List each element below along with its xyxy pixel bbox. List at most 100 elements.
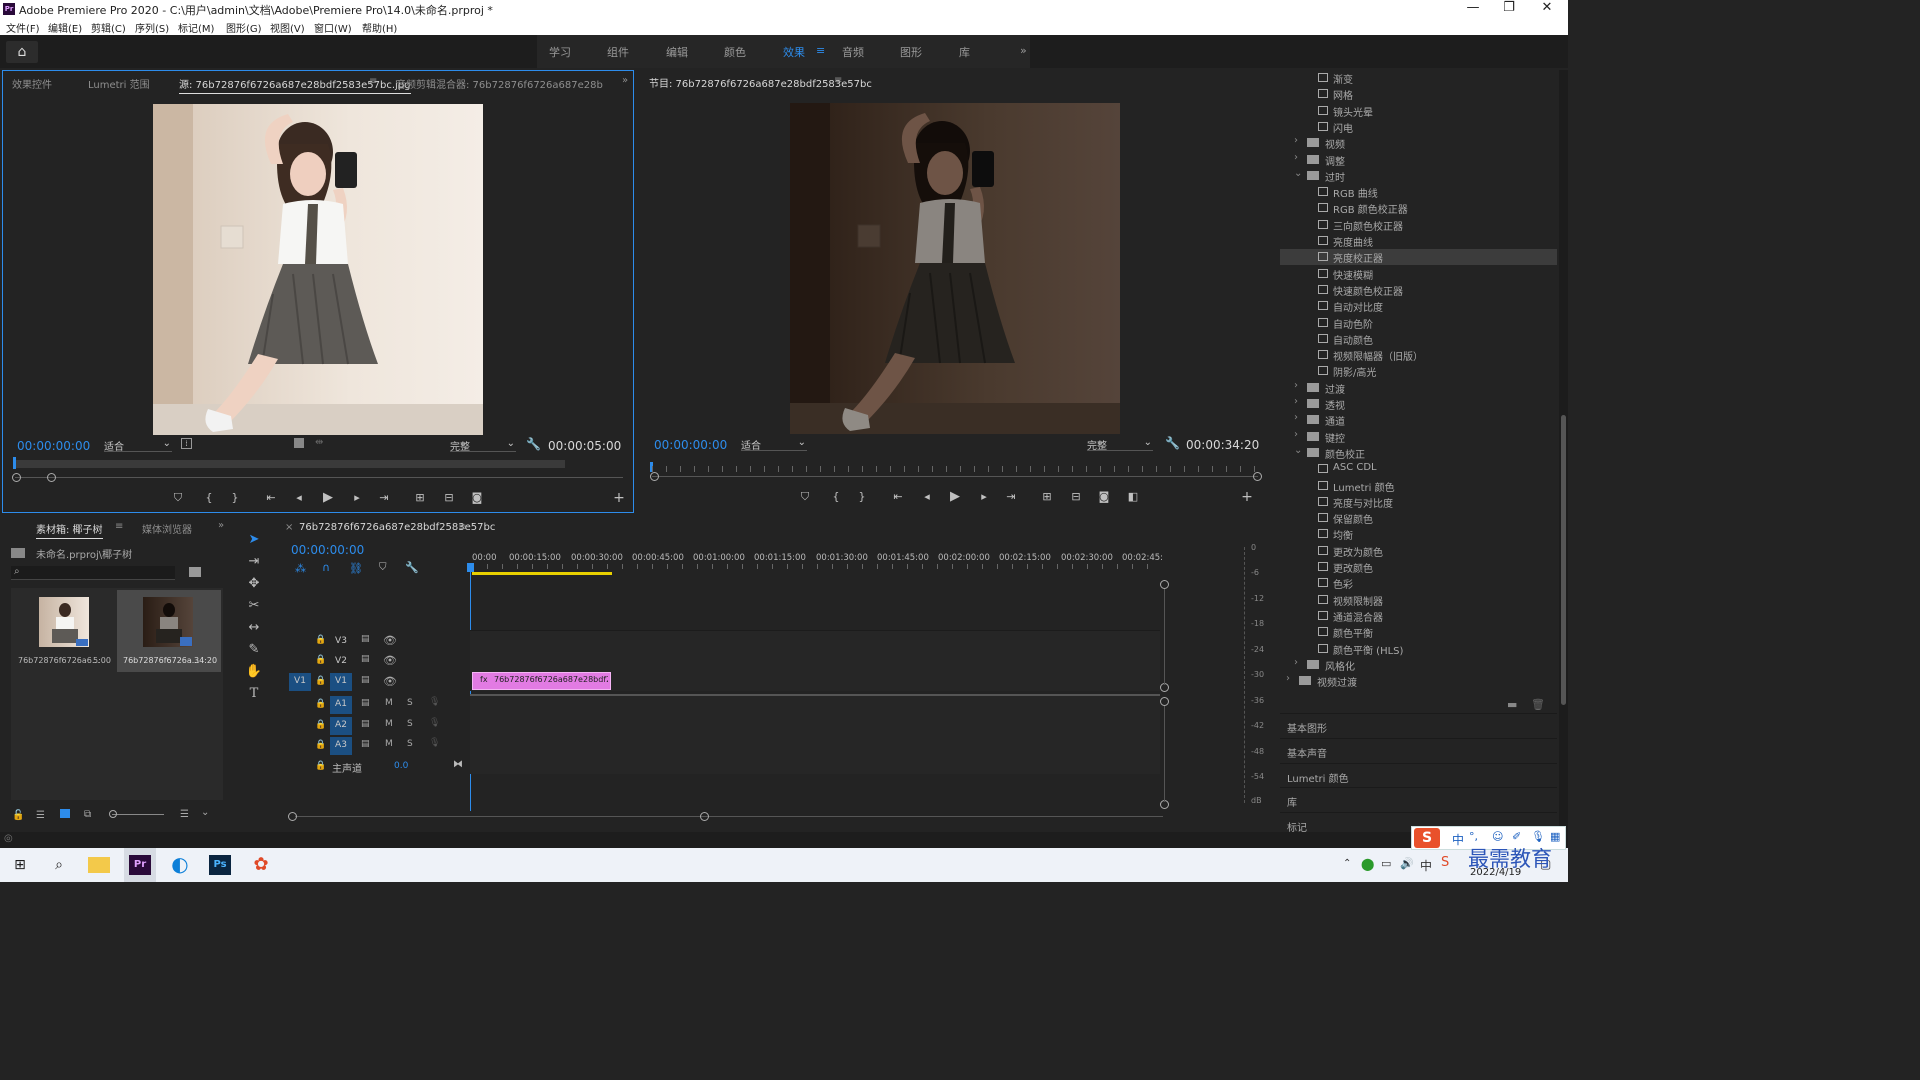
- effects-folder[interactable]: › 过渡: [1280, 380, 1557, 396]
- effects-item[interactable]: 颜色平衡 (HLS): [1280, 641, 1557, 657]
- mute-button[interactable]: M: [385, 698, 393, 708]
- nest-sequence-icon[interactable]: ⁂: [295, 562, 306, 575]
- chevron-right-icon[interactable]: ›: [1294, 380, 1298, 391]
- button-editor-plus-icon[interactable]: +: [610, 490, 628, 506]
- tab-effect-controls[interactable]: 效果控件: [12, 76, 52, 91]
- effects-scrollbar-thumb[interactable]: [1561, 415, 1566, 705]
- sync-lock-icon[interactable]: ▤: [361, 739, 370, 749]
- go-to-in-icon[interactable]: ⇤: [262, 491, 280, 504]
- camera-icon[interactable]: ◙: [1095, 490, 1113, 503]
- master-volume[interactable]: 0.0: [394, 761, 408, 771]
- file-explorer-icon[interactable]: [88, 857, 110, 873]
- menu-clip[interactable]: 剪辑(C): [91, 20, 126, 35]
- menu-file[interactable]: 文件(F): [6, 20, 40, 35]
- panel-overflow-icon[interactable]: »: [622, 75, 628, 86]
- sync-lock-icon[interactable]: ▤: [361, 634, 370, 644]
- effects-item[interactable]: ASC CDL: [1280, 461, 1557, 477]
- mute-button[interactable]: M: [385, 719, 393, 729]
- vertical-zoom-handle[interactable]: [1160, 580, 1169, 589]
- effects-item[interactable]: 视频限幅器（旧版）: [1280, 347, 1557, 363]
- app-icon[interactable]: ✿: [249, 854, 273, 876]
- insert-icon[interactable]: ⇹: [315, 437, 323, 448]
- timeline-horizontal-scrollbar[interactable]: [295, 816, 1163, 817]
- track-select-tool-icon[interactable]: ⇥: [245, 553, 263, 571]
- delete-icon[interactable]: 🗑: [1531, 698, 1545, 711]
- bin-item-selected[interactable]: 76b72876f6726a... 34:20: [117, 590, 221, 672]
- sync-lock-icon[interactable]: ▤: [361, 654, 370, 664]
- tab-audio-clip-mixer[interactable]: 音频剪辑混合器: 76b72876f6726a687e28bdf258: [396, 76, 603, 91]
- emoji-icon[interactable]: ☺: [1492, 830, 1503, 843]
- add-marker-icon[interactable]: ⛉: [379, 562, 387, 573]
- chevron-right-icon[interactable]: ›: [1294, 152, 1298, 163]
- menu-marker[interactable]: 标记(M): [178, 20, 214, 35]
- search-icon[interactable]: ⌕: [47, 854, 71, 876]
- source-zoom-handle-right[interactable]: [47, 473, 56, 482]
- chevron-right-icon[interactable]: ›: [1294, 135, 1298, 146]
- thumbnail-size-handle[interactable]: [109, 810, 117, 818]
- workspace-assembly[interactable]: 组件: [607, 44, 629, 60]
- workspace-effects[interactable]: 效果: [783, 44, 805, 60]
- button-editor-plus-icon[interactable]: +: [1238, 489, 1256, 505]
- effects-item[interactable]: 通道混合器: [1280, 608, 1557, 624]
- program-scrub-track[interactable]: [652, 476, 1258, 477]
- effects-folder[interactable]: › 调整: [1280, 152, 1557, 168]
- track-label-v1[interactable]: V1: [330, 673, 352, 691]
- lock-icon[interactable]: 🔒: [315, 720, 326, 730]
- effects-item[interactable]: RGB 颜色校正器: [1280, 200, 1557, 216]
- camera-icon[interactable]: ◙: [468, 491, 486, 504]
- effects-item[interactable]: 快速颜色校正器: [1280, 282, 1557, 298]
- menu-edit[interactable]: 编辑(E): [48, 20, 82, 35]
- effects-folder[interactable]: › 键控: [1280, 429, 1557, 445]
- hand-tool-icon[interactable]: ✋: [245, 663, 263, 681]
- effects-item[interactable]: 快速模糊: [1280, 266, 1557, 282]
- tab-lumetri-scopes[interactable]: Lumetri 范围: [88, 76, 150, 91]
- source-zoom-handle-left[interactable]: [12, 473, 21, 482]
- freeform-view-icon[interactable]: ⧉: [84, 809, 91, 820]
- source-zoom-bar[interactable]: [13, 460, 565, 468]
- menu-window[interactable]: 窗口(W): [314, 20, 352, 35]
- effects-item[interactable]: 自动颜色: [1280, 331, 1557, 347]
- overwrite-clip-icon[interactable]: ⊟: [440, 491, 458, 504]
- timeline-timecode[interactable]: 00:00:00:00: [291, 543, 364, 557]
- step-back-icon[interactable]: ◂: [290, 491, 308, 504]
- effects-folder[interactable]: ⌄ 颜色校正: [1280, 445, 1557, 461]
- effects-folder[interactable]: › 透视: [1280, 396, 1557, 412]
- lock-icon[interactable]: 🔒: [315, 676, 326, 686]
- program-quality-select[interactable]: 完整 ⌄: [1087, 437, 1153, 452]
- menu-graphics[interactable]: 图形(G): [226, 20, 262, 35]
- microphone-icon[interactable]: 🎙: [429, 738, 440, 748]
- ime-menu-icon[interactable]: ▦: [1550, 830, 1560, 843]
- workspace-graphics[interactable]: 图形: [900, 44, 922, 60]
- program-menu-icon[interactable]: ≡: [834, 75, 842, 86]
- ime-mode-label[interactable]: 中: [1452, 831, 1464, 848]
- workspace-color[interactable]: 颜色: [724, 44, 746, 60]
- lock-icon[interactable]: 🔓: [12, 810, 24, 821]
- lift-icon[interactable]: ⊞: [1038, 490, 1056, 503]
- bin-item[interactable]: 76b72876f6726a6... 5:00: [16, 593, 116, 671]
- effects-item[interactable]: 闪电: [1280, 119, 1557, 135]
- sogou-logo-icon[interactable]: S: [1414, 828, 1440, 848]
- selection-tool-icon[interactable]: ➤: [245, 531, 263, 549]
- source-playhead[interactable]: [13, 457, 16, 469]
- source-quality-select[interactable]: 完整 ⌄: [450, 438, 516, 453]
- tray-app-icon[interactable]: ⬤: [1361, 857, 1374, 871]
- panel-lumetri-color[interactable]: Lumetri 颜色: [1280, 763, 1557, 787]
- track-label-a3[interactable]: A3: [330, 737, 352, 755]
- icon-view-icon[interactable]: [60, 809, 70, 818]
- program-zoom-handle-left[interactable]: [650, 472, 659, 481]
- effects-item[interactable]: 颜色平衡: [1280, 624, 1557, 640]
- chevron-down-icon[interactable]: ⌄: [1294, 445, 1302, 456]
- voice-icon[interactable]: 🎙: [1531, 830, 1545, 843]
- chevron-right-icon[interactable]: ›: [1294, 396, 1298, 407]
- timeline-menu-icon[interactable]: ≡: [458, 522, 466, 533]
- track-label-v2[interactable]: V2: [330, 653, 352, 670]
- sync-lock-icon[interactable]: ▤: [361, 719, 370, 729]
- program-fit-select[interactable]: 适合 ⌄: [741, 437, 807, 452]
- razor-tool-icon[interactable]: ✂: [245, 597, 263, 615]
- workspace-libraries[interactable]: 库: [959, 44, 970, 60]
- effects-item[interactable]: 均衡: [1280, 526, 1557, 542]
- pen-tool-icon[interactable]: ✎: [245, 641, 263, 659]
- maximize-icon[interactable]: ❐: [1489, 1, 1529, 17]
- playhead-handle[interactable]: [467, 563, 474, 572]
- close-tab-icon[interactable]: ×: [285, 522, 293, 533]
